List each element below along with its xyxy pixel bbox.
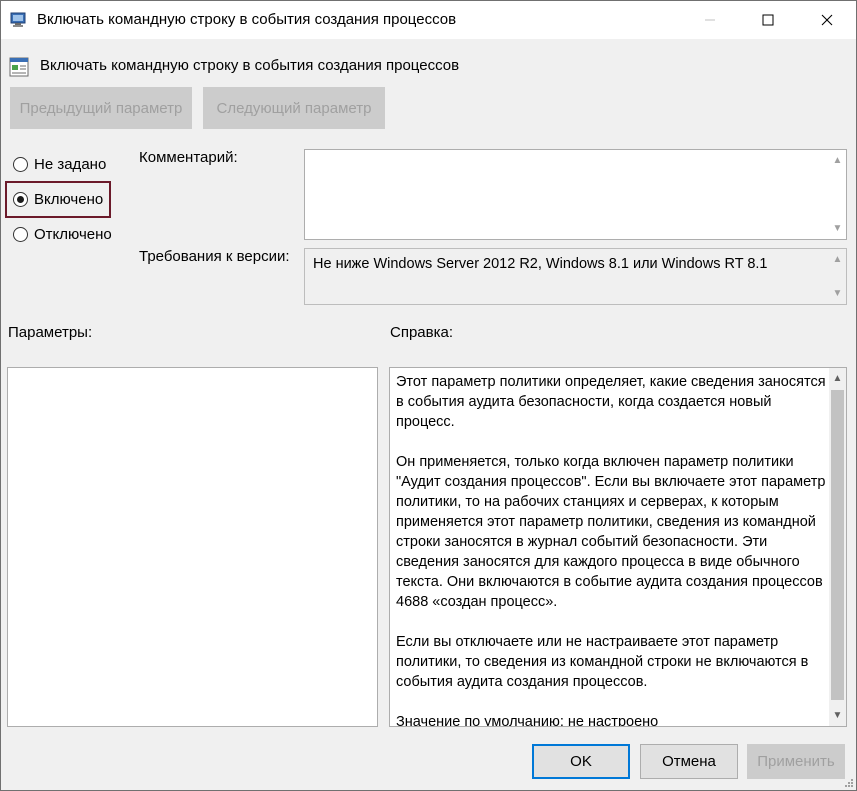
policy-dialog: Включать командную строку в события созд… <box>0 0 857 791</box>
options-label: Параметры: <box>8 324 93 341</box>
radio-not-configured[interactable]: Не задано <box>13 153 106 175</box>
ok-button[interactable]: OK <box>532 744 630 779</box>
title-bar[interactable]: Включать командную строку в события созд… <box>1 1 856 39</box>
previous-setting-label: Предыдущий параметр <box>19 99 183 117</box>
minimize-icon <box>705 19 715 21</box>
next-setting-button[interactable]: Следующий параметр <box>203 87 385 129</box>
help-scrollbar[interactable]: ▲ ▼ <box>829 368 846 726</box>
scroll-up-icon[interactable]: ▲ <box>829 152 846 169</box>
radio-disabled[interactable]: Отключено <box>13 223 112 245</box>
scroll-down-icon[interactable]: ▼ <box>829 220 846 237</box>
requirements-value: Не ниже Windows Server 2012 R2, Windows … <box>313 256 768 272</box>
help-label: Справка: <box>390 324 454 341</box>
requirements-label: Требования к версии: <box>139 248 290 265</box>
scroll-thumb[interactable] <box>831 390 844 700</box>
apply-label: Применить <box>757 753 835 770</box>
comment-label: Комментарий: <box>139 149 238 166</box>
options-panel <box>7 367 378 727</box>
ok-label: OK <box>570 753 592 770</box>
maximize-icon <box>762 14 774 26</box>
comment-scrollbar[interactable]: ▲ ▼ <box>829 150 846 239</box>
scroll-up-icon[interactable]: ▲ <box>829 370 846 387</box>
close-icon <box>821 14 833 26</box>
next-setting-label: Следующий параметр <box>216 99 372 117</box>
close-button[interactable] <box>804 1 850 39</box>
group-policy-icon <box>10 12 26 27</box>
cancel-button[interactable]: Отмена <box>640 744 738 779</box>
minimize-button[interactable] <box>687 1 733 39</box>
window-title: Включать командную строку в события созд… <box>37 11 457 28</box>
radio-label: Включено <box>34 190 104 208</box>
radio-circle[interactable] <box>13 226 28 242</box>
apply-button[interactable]: Применить <box>747 744 845 779</box>
radio-label: Не задано <box>34 155 107 173</box>
radio-circle[interactable] <box>13 156 28 172</box>
comment-textarea[interactable]: ▲ ▼ <box>304 149 847 240</box>
help-text: Этот параметр политики определяет, какие… <box>396 374 826 727</box>
radio-enabled[interactable]: Включено <box>13 188 103 210</box>
radio-label: Отключено <box>34 225 112 243</box>
radio-circle[interactable] <box>13 191 28 207</box>
requirements-scrollbar[interactable]: ▲ ▼ <box>829 249 846 304</box>
help-panel[interactable]: Этот параметр политики определяет, какие… <box>389 367 847 727</box>
policy-setting-icon <box>9 57 29 77</box>
scroll-down-icon[interactable]: ▼ <box>829 285 846 302</box>
scroll-down-icon[interactable]: ▼ <box>829 707 846 724</box>
previous-setting-button[interactable]: Предыдущий параметр <box>10 87 192 129</box>
cancel-label: Отмена <box>662 753 716 770</box>
requirements-field: Не ниже Windows Server 2012 R2, Windows … <box>304 248 847 305</box>
maximize-button[interactable] <box>745 1 791 39</box>
scroll-up-icon[interactable]: ▲ <box>829 251 846 268</box>
policy-title: Включать командную строку в события созд… <box>40 57 460 74</box>
resize-grip-icon[interactable] <box>844 778 854 788</box>
